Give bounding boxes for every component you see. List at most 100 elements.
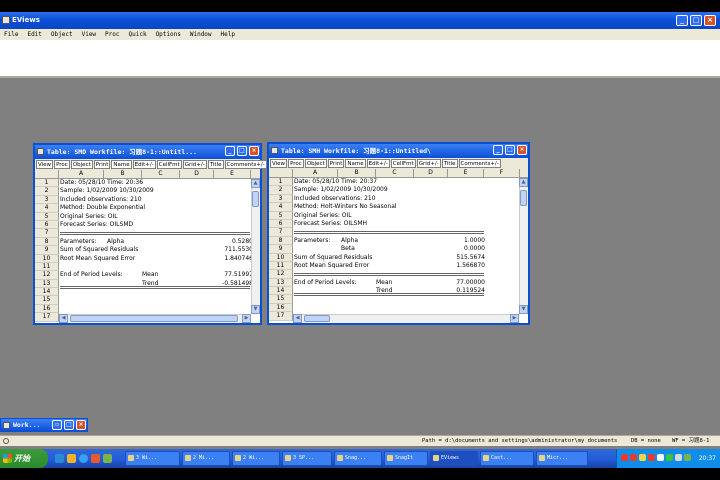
menu-file[interactable]: File: [4, 31, 18, 38]
menu-quick[interactable]: Quick: [129, 31, 147, 38]
row-number[interactable]: 15: [269, 295, 293, 304]
tray-icon[interactable]: [666, 454, 673, 461]
scroll-down-arrow-icon[interactable]: ▼: [519, 305, 528, 314]
menu-options[interactable]: Options: [156, 31, 181, 38]
taskbar-button-sp-group[interactable]: 3 SP...: [282, 451, 332, 466]
column-header[interactable]: C: [142, 170, 180, 178]
row-number[interactable]: 5: [35, 212, 59, 221]
title-button[interactable]: Title: [441, 159, 458, 168]
vertical-scrollbar[interactable]: ▲ ▼: [519, 178, 528, 314]
minimize-button[interactable]: _: [676, 15, 688, 26]
row-number[interactable]: 9: [269, 245, 293, 254]
comments-toggle-button[interactable]: Comments+/-: [224, 160, 267, 169]
taskbar-button-microsoft[interactable]: Micr...: [536, 451, 588, 466]
row-number[interactable]: 13: [269, 278, 293, 288]
tray-icon[interactable]: [639, 454, 646, 461]
column-header[interactable]: B: [104, 170, 142, 178]
scroll-right-arrow-icon[interactable]: ▶: [510, 314, 519, 323]
column-header[interactable]: F: [484, 169, 520, 177]
taskbar-button-eviews[interactable]: EViews: [430, 451, 478, 466]
maximize-button[interactable]: □: [690, 15, 702, 26]
menu-object[interactable]: Object: [51, 31, 73, 38]
row-number[interactable]: 13: [35, 279, 59, 289]
column-header[interactable]: C: [376, 169, 414, 177]
grid-toggle-button[interactable]: Grid+/-: [182, 160, 207, 169]
tray-icon[interactable]: [684, 454, 691, 461]
row-number[interactable]: 12: [35, 271, 59, 280]
taskbar-button-camtasia[interactable]: Cast...: [480, 451, 534, 466]
row-number[interactable]: 1: [35, 179, 59, 188]
command-window[interactable]: [0, 40, 720, 78]
column-header[interactable]: D: [180, 170, 214, 178]
scroll-thumb[interactable]: [252, 191, 259, 207]
comments-toggle-button[interactable]: Comments+/-: [458, 159, 501, 168]
scroll-left-arrow-icon[interactable]: ◀: [293, 314, 302, 323]
scroll-thumb[interactable]: [304, 315, 330, 322]
row-number[interactable]: 16: [269, 303, 293, 313]
firefox-icon[interactable]: [91, 454, 100, 463]
row-number[interactable]: 3: [269, 194, 293, 204]
tray-icon[interactable]: [648, 454, 655, 461]
table-grid[interactable]: A B C D E 1 Date: 05/28/10 Time: 20:36 2S…: [35, 170, 260, 323]
menu-edit[interactable]: Edit: [27, 31, 41, 38]
menu-window[interactable]: Window: [190, 31, 212, 38]
print-button[interactable]: Print: [93, 160, 111, 169]
row-number[interactable]: 1: [269, 178, 293, 187]
app-title-bar[interactable]: EViews _ □ ×: [0, 12, 720, 29]
column-header[interactable]: A: [293, 169, 338, 177]
scroll-thumb[interactable]: [520, 190, 527, 206]
row-number[interactable]: 2: [35, 187, 59, 196]
close-button[interactable]: ×: [76, 420, 86, 430]
row-number[interactable]: 14: [269, 287, 293, 296]
view-button[interactable]: View: [36, 160, 54, 169]
scroll-up-arrow-icon[interactable]: ▲: [519, 178, 528, 187]
scroll-up-arrow-icon[interactable]: ▲: [251, 179, 260, 188]
horizontal-scrollbar[interactable]: ◀ ▶: [293, 314, 519, 323]
row-number[interactable]: 2: [269, 186, 293, 195]
vertical-scrollbar[interactable]: ▲ ▼: [251, 179, 260, 314]
row-number[interactable]: 11: [269, 261, 293, 271]
table-window-smd[interactable]: Table: SMD Workfile: 习题8-1::Untitl... _ …: [33, 143, 267, 325]
row-number[interactable]: 10: [269, 253, 293, 262]
view-button[interactable]: View: [270, 159, 288, 168]
row-number[interactable]: 7: [35, 229, 59, 238]
row-number[interactable]: 3: [35, 195, 59, 205]
quicklaunch-icon[interactable]: [103, 454, 112, 463]
taskbar-button-snagit[interactable]: SnagIt: [384, 451, 428, 466]
row-number[interactable]: 10: [35, 254, 59, 263]
maximize-button[interactable]: □: [237, 146, 247, 156]
column-header[interactable]: D: [414, 169, 448, 177]
object-button[interactable]: Object: [70, 160, 93, 169]
close-button[interactable]: ×: [249, 146, 259, 156]
volume-icon[interactable]: [675, 454, 682, 461]
row-number[interactable]: 6: [35, 220, 59, 230]
name-button[interactable]: Name: [345, 159, 366, 168]
taskbar-button-windows-group[interactable]: 2 Wi...: [232, 451, 280, 466]
row-number[interactable]: 14: [35, 288, 59, 297]
close-button[interactable]: ×: [517, 145, 527, 155]
media-player-icon[interactable]: [67, 454, 76, 463]
taskbar-button-micro-group[interactable]: 2 Mi...: [182, 451, 230, 466]
cellfmt-button[interactable]: CellFmt: [156, 160, 182, 169]
tray-icon[interactable]: [657, 454, 664, 461]
minimize-button[interactable]: _: [225, 146, 235, 156]
edit-toggle-button[interactable]: Edit+/-: [366, 159, 390, 168]
row-number[interactable]: 11: [35, 262, 59, 272]
print-button[interactable]: Print: [327, 159, 345, 168]
row-number[interactable]: 4: [35, 204, 59, 213]
row-number[interactable]: 8: [269, 236, 293, 246]
column-header[interactable]: A: [59, 170, 104, 178]
restore-button[interactable]: ▫: [52, 420, 62, 430]
row-number[interactable]: 16: [35, 304, 59, 314]
scroll-left-arrow-icon[interactable]: ◀: [59, 314, 68, 323]
table-window-title-bar[interactable]: Table: SMD Workfile: 习题8-1::Untitl... _ …: [35, 145, 260, 159]
internet-explorer-icon[interactable]: [79, 454, 88, 463]
minimize-button[interactable]: _: [493, 145, 503, 155]
horizontal-scrollbar[interactable]: ◀ ▶: [59, 314, 251, 323]
row-number[interactable]: 5: [269, 211, 293, 220]
cellfmt-button[interactable]: CellFmt: [390, 159, 416, 168]
grid-toggle-button[interactable]: Grid+/-: [416, 159, 441, 168]
name-button[interactable]: Name: [111, 160, 132, 169]
tray-icon[interactable]: [621, 454, 628, 461]
scroll-down-arrow-icon[interactable]: ▼: [251, 305, 260, 314]
